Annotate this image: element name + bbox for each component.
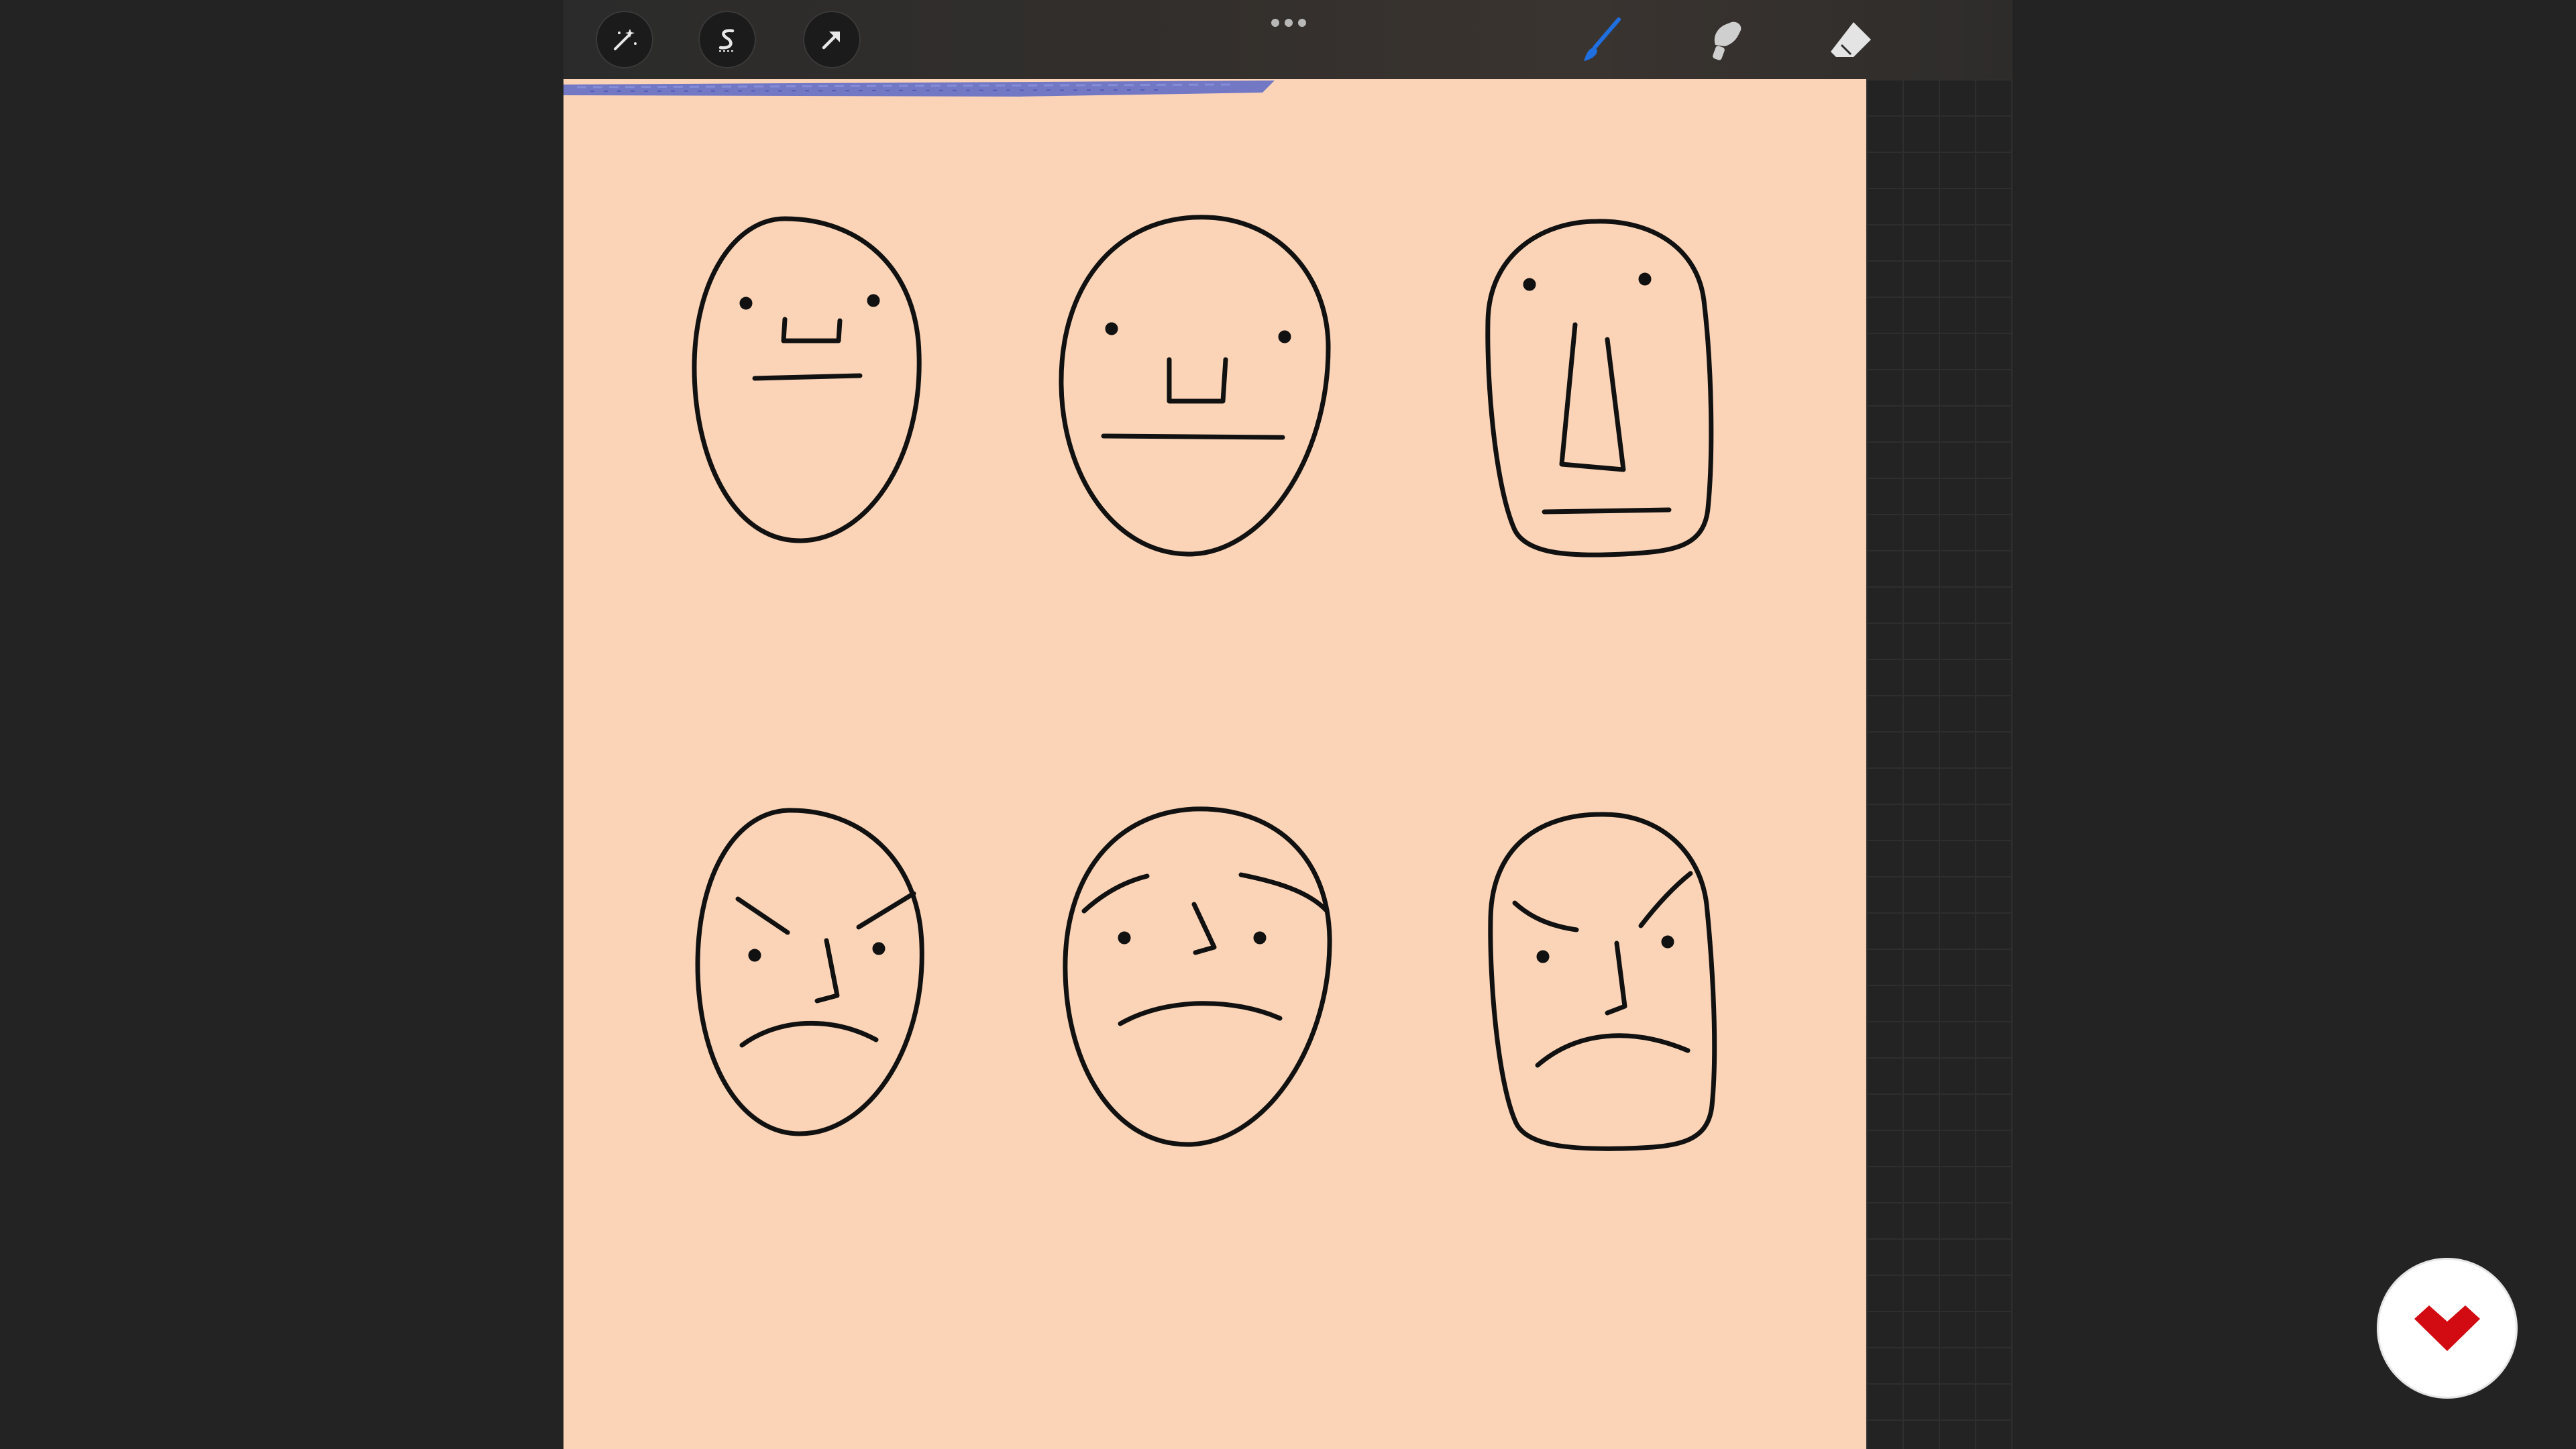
face-neutral-oval bbox=[692, 216, 922, 543]
eraser-icon[interactable] bbox=[1821, 9, 1882, 71]
selection-s-icon[interactable] bbox=[698, 11, 756, 68]
procreate-app bbox=[564, 0, 2012, 1449]
smudge-icon[interactable] bbox=[1696, 9, 1758, 71]
face-sad-large bbox=[1063, 806, 1332, 1147]
face-angry-oval bbox=[695, 808, 924, 1136]
face-neutral-large bbox=[1059, 215, 1331, 557]
transform-arrow-icon[interactable] bbox=[803, 11, 861, 68]
face-sketches bbox=[692, 215, 1717, 1151]
more-dots-icon[interactable] bbox=[1265, 13, 1312, 32]
adjustments-wand-icon[interactable] bbox=[596, 11, 653, 68]
domestika-logo-icon bbox=[2414, 1305, 2480, 1351]
workspace-grid-background bbox=[1866, 79, 2012, 1449]
top-toolbar bbox=[564, 0, 2012, 79]
domestika-logo-badge bbox=[2379, 1260, 2516, 1397]
screen bbox=[0, 0, 2576, 1449]
brush-icon[interactable] bbox=[1571, 9, 1633, 71]
blue-brush-stroke bbox=[564, 80, 1275, 97]
face-angry-rect bbox=[1488, 812, 1717, 1151]
face-long-nose bbox=[1485, 219, 1714, 557]
